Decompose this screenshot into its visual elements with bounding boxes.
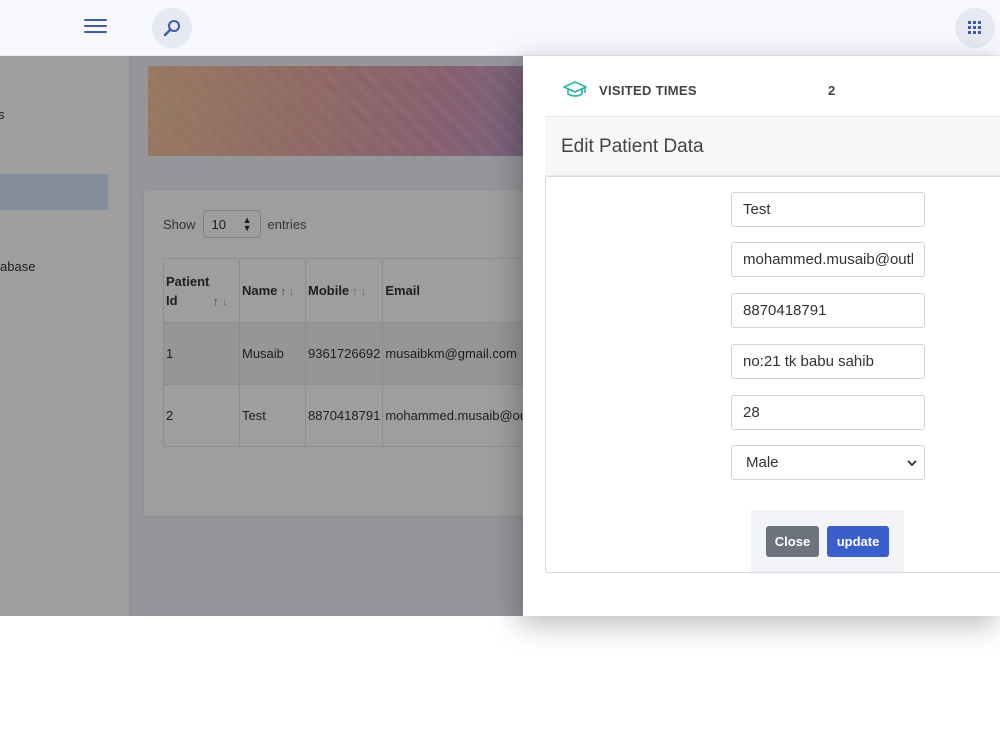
visited-times-label: VISITED TIMES — [599, 82, 697, 98]
modal-title: Edit Patient Data — [561, 136, 704, 157]
update-button[interactable]: update — [827, 526, 889, 557]
search-button[interactable] — [152, 8, 192, 48]
name-field[interactable] — [731, 192, 925, 227]
age-field[interactable] — [731, 395, 925, 430]
top-bar — [0, 0, 1000, 56]
close-button[interactable]: Close — [766, 526, 819, 557]
visited-times-row: VISITED TIMES — [563, 78, 697, 102]
modal-header: Edit Patient Data — [545, 116, 1000, 176]
mobile-field[interactable] — [731, 293, 925, 328]
apps-button[interactable] — [955, 8, 995, 48]
hamburger-icon[interactable] — [84, 17, 108, 35]
chevron-down-icon — [907, 459, 917, 466]
visited-times-value: 2 — [828, 83, 836, 98]
graduation-cap-icon — [563, 81, 587, 97]
search-icon — [163, 20, 180, 37]
email-field[interactable] — [731, 242, 925, 277]
gender-select[interactable]: Male — [731, 445, 925, 480]
grid-icon — [968, 21, 981, 34]
address-field[interactable] — [731, 344, 925, 379]
edit-patient-form: Male Close update — [545, 176, 1000, 573]
patient-side-panel: VISITED TIMES 2 Edit Patient Data Male C… — [523, 56, 1000, 616]
gender-value: Male — [746, 454, 779, 471]
modal-footer: Close update — [751, 510, 904, 572]
